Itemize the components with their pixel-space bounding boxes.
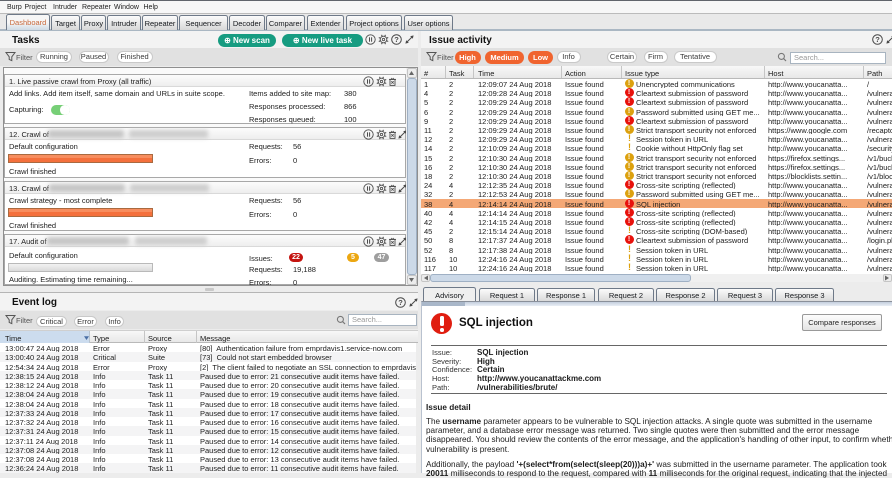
svg-text:?: ? <box>398 298 403 307</box>
svg-text:?: ? <box>875 35 880 44</box>
svg-text:?: ? <box>394 35 399 44</box>
